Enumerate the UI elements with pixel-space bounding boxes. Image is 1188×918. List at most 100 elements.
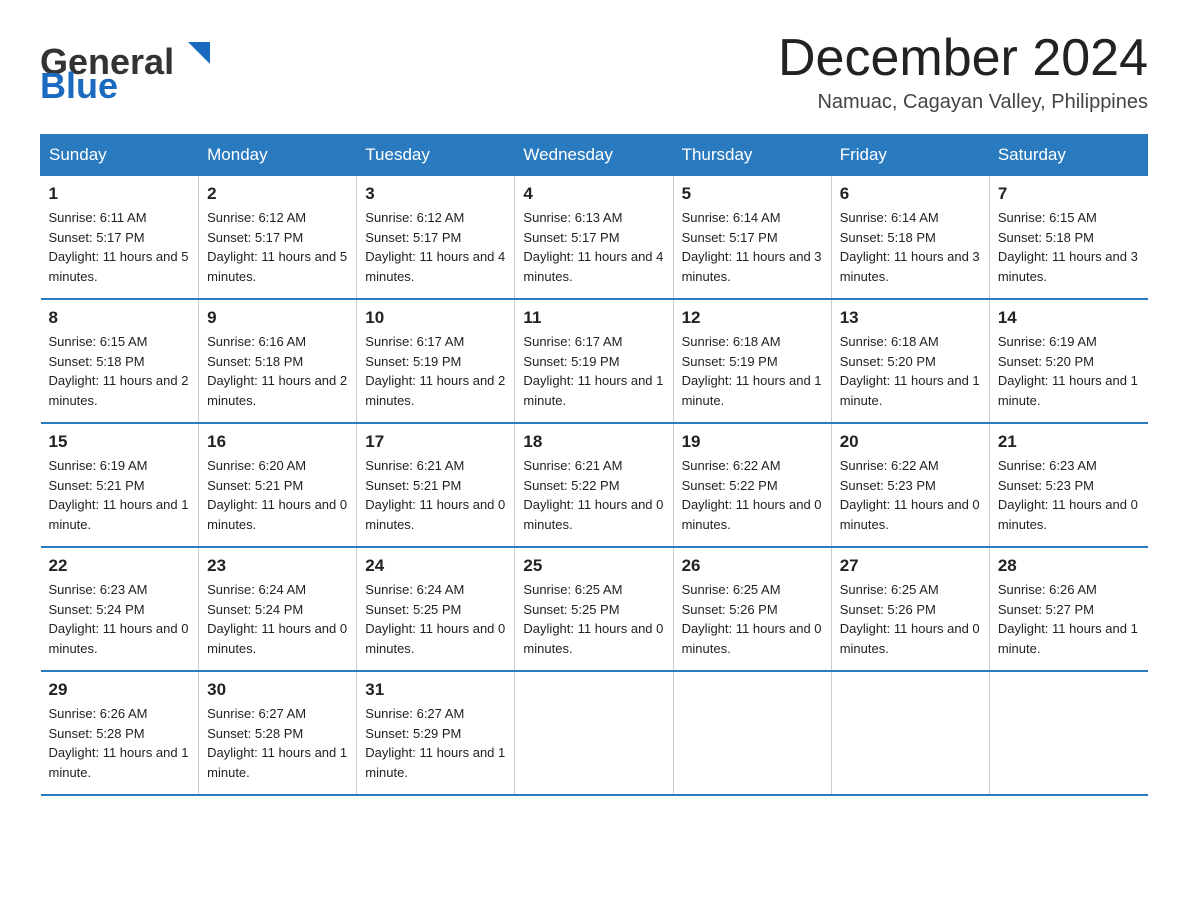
sunset-label: Sunset: 5:17 PM	[523, 230, 619, 245]
day-info: Sunrise: 6:13 AM Sunset: 5:17 PM Dayligh…	[523, 208, 664, 286]
calendar-cell: 13 Sunrise: 6:18 AM Sunset: 5:20 PM Dayl…	[831, 299, 989, 423]
calendar-header-row: SundayMondayTuesdayWednesdayThursdayFrid…	[41, 135, 1148, 176]
daylight-label: Daylight: 11 hours and 1 minute.	[207, 745, 347, 780]
day-info: Sunrise: 6:26 AM Sunset: 5:28 PM Dayligh…	[49, 704, 191, 782]
sunset-label: Sunset: 5:28 PM	[49, 726, 145, 741]
calendar-cell: 17 Sunrise: 6:21 AM Sunset: 5:21 PM Dayl…	[357, 423, 515, 547]
day-info: Sunrise: 6:17 AM Sunset: 5:19 PM Dayligh…	[523, 332, 664, 410]
sunrise-label: Sunrise: 6:20 AM	[207, 458, 306, 473]
day-number: 7	[998, 184, 1140, 204]
calendar-cell	[989, 671, 1147, 795]
sunrise-label: Sunrise: 6:13 AM	[523, 210, 622, 225]
sunset-label: Sunset: 5:18 PM	[998, 230, 1094, 245]
header-friday: Friday	[831, 135, 989, 176]
day-number: 31	[365, 680, 506, 700]
calendar-week-3: 15 Sunrise: 6:19 AM Sunset: 5:21 PM Dayl…	[41, 423, 1148, 547]
day-number: 13	[840, 308, 981, 328]
sunset-label: Sunset: 5:23 PM	[840, 478, 936, 493]
daylight-label: Daylight: 11 hours and 4 minutes.	[523, 249, 663, 284]
calendar-cell: 4 Sunrise: 6:13 AM Sunset: 5:17 PM Dayli…	[515, 176, 673, 300]
day-info: Sunrise: 6:21 AM Sunset: 5:21 PM Dayligh…	[365, 456, 506, 534]
header-tuesday: Tuesday	[357, 135, 515, 176]
day-info: Sunrise: 6:27 AM Sunset: 5:29 PM Dayligh…	[365, 704, 506, 782]
sunrise-label: Sunrise: 6:11 AM	[49, 210, 147, 225]
sunset-label: Sunset: 5:26 PM	[840, 602, 936, 617]
sunrise-label: Sunrise: 6:25 AM	[682, 582, 781, 597]
sunrise-label: Sunrise: 6:25 AM	[523, 582, 622, 597]
calendar-cell: 16 Sunrise: 6:20 AM Sunset: 5:21 PM Dayl…	[199, 423, 357, 547]
calendar-cell: 28 Sunrise: 6:26 AM Sunset: 5:27 PM Dayl…	[989, 547, 1147, 671]
sunset-label: Sunset: 5:29 PM	[365, 726, 461, 741]
title-area: December 2024 Namuac, Cagayan Valley, Ph…	[778, 30, 1148, 114]
day-info: Sunrise: 6:25 AM Sunset: 5:25 PM Dayligh…	[523, 580, 664, 658]
calendar-cell: 27 Sunrise: 6:25 AM Sunset: 5:26 PM Dayl…	[831, 547, 989, 671]
sunrise-label: Sunrise: 6:24 AM	[207, 582, 306, 597]
day-number: 5	[682, 184, 823, 204]
calendar-cell: 25 Sunrise: 6:25 AM Sunset: 5:25 PM Dayl…	[515, 547, 673, 671]
sunrise-label: Sunrise: 6:26 AM	[998, 582, 1097, 597]
daylight-label: Daylight: 11 hours and 1 minute.	[49, 497, 189, 532]
daylight-label: Daylight: 11 hours and 0 minutes.	[840, 497, 980, 532]
calendar-week-1: 1 Sunrise: 6:11 AM Sunset: 5:17 PM Dayli…	[41, 176, 1148, 300]
day-number: 9	[207, 308, 348, 328]
daylight-label: Daylight: 11 hours and 0 minutes.	[523, 621, 663, 656]
calendar-cell: 20 Sunrise: 6:22 AM Sunset: 5:23 PM Dayl…	[831, 423, 989, 547]
calendar-cell: 11 Sunrise: 6:17 AM Sunset: 5:19 PM Dayl…	[515, 299, 673, 423]
sunset-label: Sunset: 5:21 PM	[365, 478, 461, 493]
sunset-label: Sunset: 5:24 PM	[207, 602, 303, 617]
sunset-label: Sunset: 5:19 PM	[682, 354, 778, 369]
calendar-cell: 18 Sunrise: 6:21 AM Sunset: 5:22 PM Dayl…	[515, 423, 673, 547]
daylight-label: Daylight: 11 hours and 1 minute.	[365, 745, 505, 780]
sunset-label: Sunset: 5:18 PM	[49, 354, 145, 369]
daylight-label: Daylight: 11 hours and 0 minutes.	[49, 621, 189, 656]
sunrise-label: Sunrise: 6:21 AM	[365, 458, 464, 473]
calendar-cell: 23 Sunrise: 6:24 AM Sunset: 5:24 PM Dayl…	[199, 547, 357, 671]
daylight-label: Daylight: 11 hours and 0 minutes.	[682, 621, 822, 656]
header-saturday: Saturday	[989, 135, 1147, 176]
sunset-label: Sunset: 5:22 PM	[682, 478, 778, 493]
day-number: 26	[682, 556, 823, 576]
calendar-cell: 21 Sunrise: 6:23 AM Sunset: 5:23 PM Dayl…	[989, 423, 1147, 547]
daylight-label: Daylight: 11 hours and 0 minutes.	[523, 497, 663, 532]
location: Namuac, Cagayan Valley, Philippines	[778, 91, 1148, 114]
day-number: 23	[207, 556, 348, 576]
sunrise-label: Sunrise: 6:14 AM	[840, 210, 939, 225]
day-info: Sunrise: 6:24 AM Sunset: 5:24 PM Dayligh…	[207, 580, 348, 658]
day-number: 8	[49, 308, 191, 328]
calendar-cell	[831, 671, 989, 795]
day-info: Sunrise: 6:17 AM Sunset: 5:19 PM Dayligh…	[365, 332, 506, 410]
day-info: Sunrise: 6:23 AM Sunset: 5:23 PM Dayligh…	[998, 456, 1140, 534]
day-info: Sunrise: 6:18 AM Sunset: 5:20 PM Dayligh…	[840, 332, 981, 410]
day-info: Sunrise: 6:14 AM Sunset: 5:17 PM Dayligh…	[682, 208, 823, 286]
daylight-label: Daylight: 11 hours and 5 minutes.	[207, 249, 347, 284]
calendar-cell: 5 Sunrise: 6:14 AM Sunset: 5:17 PM Dayli…	[673, 176, 831, 300]
calendar-cell: 22 Sunrise: 6:23 AM Sunset: 5:24 PM Dayl…	[41, 547, 199, 671]
day-number: 14	[998, 308, 1140, 328]
calendar-cell: 19 Sunrise: 6:22 AM Sunset: 5:22 PM Dayl…	[673, 423, 831, 547]
sunrise-label: Sunrise: 6:22 AM	[840, 458, 939, 473]
calendar-cell: 2 Sunrise: 6:12 AM Sunset: 5:17 PM Dayli…	[199, 176, 357, 300]
sunrise-label: Sunrise: 6:21 AM	[523, 458, 622, 473]
day-info: Sunrise: 6:22 AM Sunset: 5:23 PM Dayligh…	[840, 456, 981, 534]
calendar-cell: 10 Sunrise: 6:17 AM Sunset: 5:19 PM Dayl…	[357, 299, 515, 423]
logo: General Blue	[40, 30, 240, 105]
day-number: 6	[840, 184, 981, 204]
day-info: Sunrise: 6:12 AM Sunset: 5:17 PM Dayligh…	[365, 208, 506, 286]
day-info: Sunrise: 6:22 AM Sunset: 5:22 PM Dayligh…	[682, 456, 823, 534]
calendar-table: SundayMondayTuesdayWednesdayThursdayFrid…	[40, 134, 1148, 796]
header-monday: Monday	[199, 135, 357, 176]
day-number: 28	[998, 556, 1140, 576]
day-info: Sunrise: 6:25 AM Sunset: 5:26 PM Dayligh…	[840, 580, 981, 658]
day-info: Sunrise: 6:21 AM Sunset: 5:22 PM Dayligh…	[523, 456, 664, 534]
calendar-cell: 30 Sunrise: 6:27 AM Sunset: 5:28 PM Dayl…	[199, 671, 357, 795]
daylight-label: Daylight: 11 hours and 0 minutes.	[840, 621, 980, 656]
sunset-label: Sunset: 5:21 PM	[49, 478, 145, 493]
daylight-label: Daylight: 11 hours and 0 minutes.	[682, 497, 822, 532]
daylight-label: Daylight: 11 hours and 4 minutes.	[365, 249, 505, 284]
day-info: Sunrise: 6:12 AM Sunset: 5:17 PM Dayligh…	[207, 208, 348, 286]
day-info: Sunrise: 6:15 AM Sunset: 5:18 PM Dayligh…	[49, 332, 191, 410]
sunrise-label: Sunrise: 6:18 AM	[840, 334, 939, 349]
day-info: Sunrise: 6:23 AM Sunset: 5:24 PM Dayligh…	[49, 580, 191, 658]
calendar-cell: 31 Sunrise: 6:27 AM Sunset: 5:29 PM Dayl…	[357, 671, 515, 795]
calendar-cell: 15 Sunrise: 6:19 AM Sunset: 5:21 PM Dayl…	[41, 423, 199, 547]
